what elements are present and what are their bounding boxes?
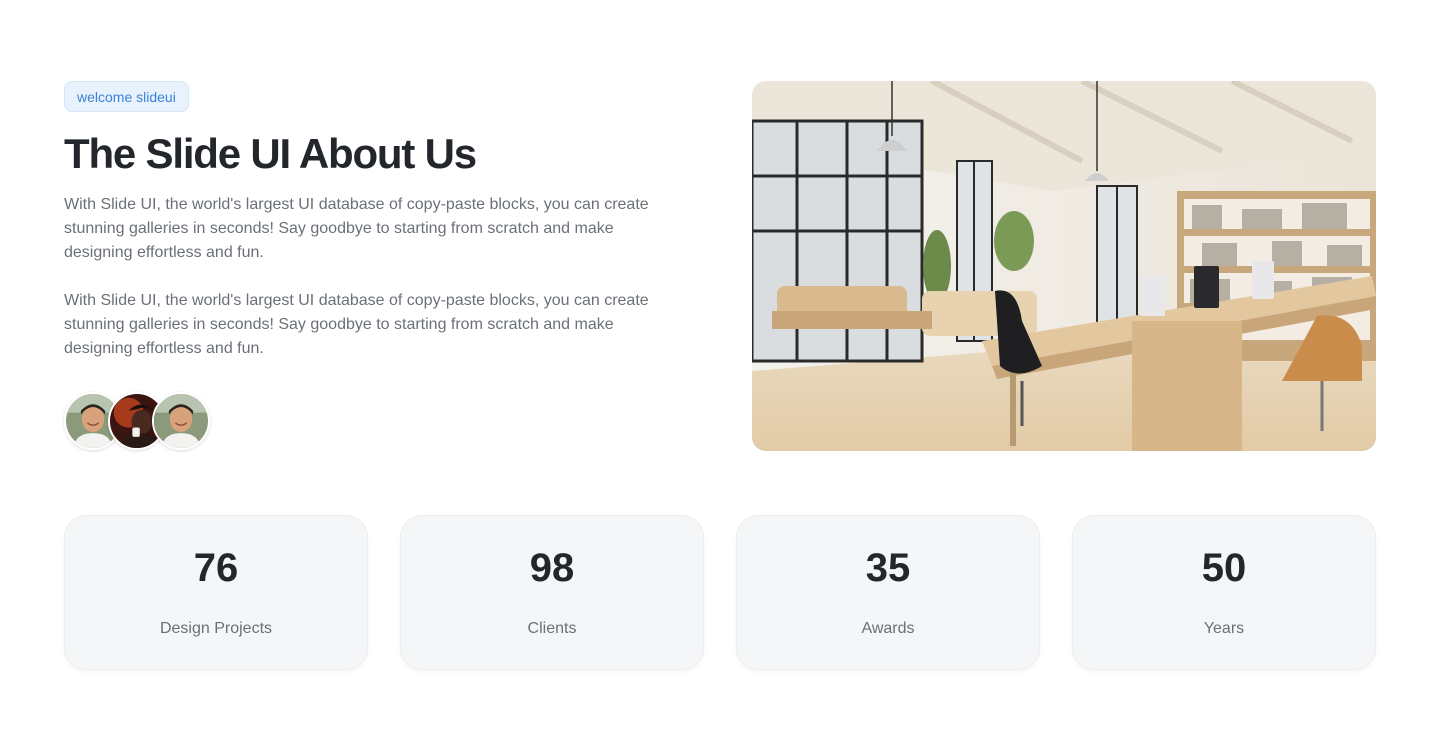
stat-card-design-projects: 76 Design Projects <box>64 515 368 670</box>
office-interior-image <box>752 81 1376 451</box>
stat-label: Years <box>1203 620 1245 637</box>
stat-label: Clients <box>527 620 577 637</box>
stat-card-years: 50 Years <box>1072 515 1376 670</box>
welcome-badge: welcome slideui <box>64 81 189 112</box>
stat-value: 76 <box>193 546 239 590</box>
stat-value: 98 <box>529 546 575 590</box>
office-interior-icon <box>752 81 1376 451</box>
intro-paragraph-2: With Slide UI, the world's largest UI da… <box>64 292 649 357</box>
stat-value: 35 <box>865 546 911 590</box>
stat-label: Design Projects <box>159 620 273 637</box>
intro-paragraph-1: With Slide UI, the world's largest UI da… <box>64 196 649 261</box>
stat-card-clients: 98 Clients <box>400 515 704 670</box>
avatar <box>152 392 210 450</box>
stat-card-awards: 35 Awards <box>736 515 1040 670</box>
person-avatar-icon <box>154 394 208 448</box>
stat-value: 50 <box>1201 546 1247 590</box>
page-title: The Slide UI About Us <box>64 130 477 177</box>
stat-label: Awards <box>861 620 915 637</box>
avatar-group <box>64 392 214 450</box>
